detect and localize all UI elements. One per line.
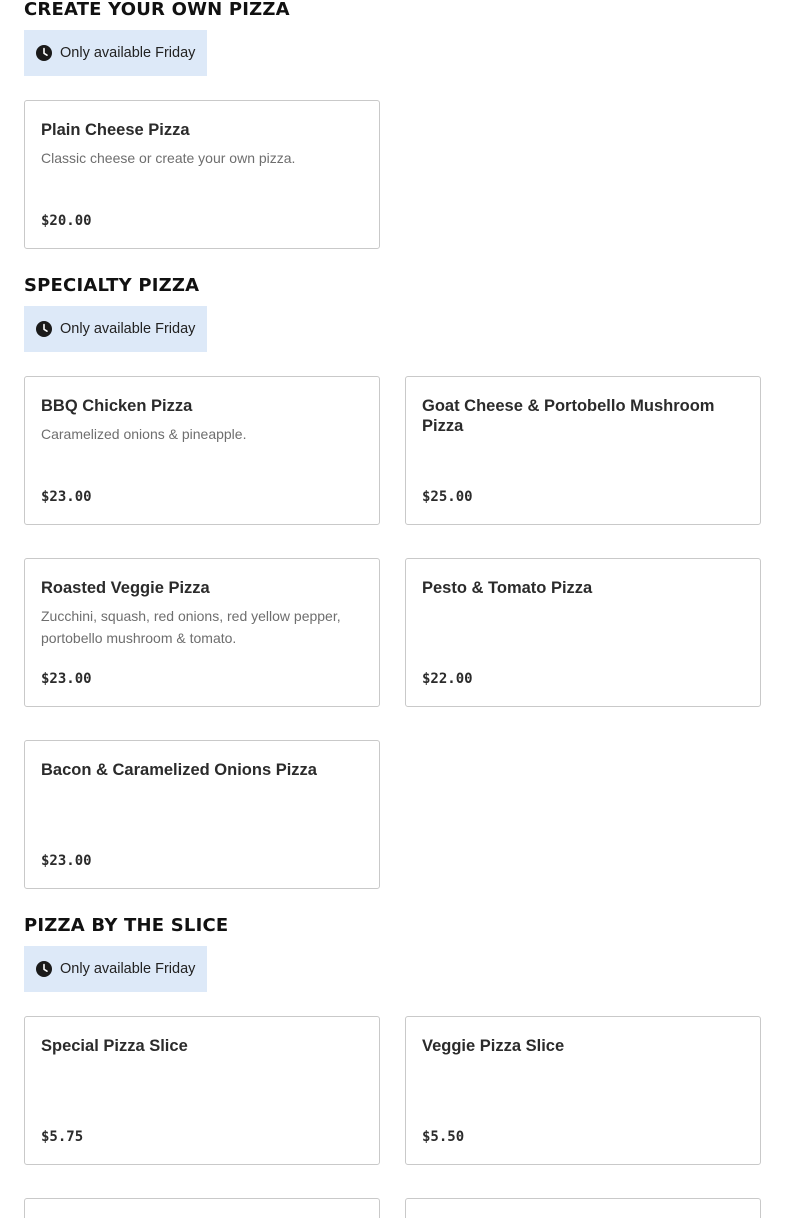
availability-badge: Only available Friday <box>24 306 207 352</box>
item-price: $25.00 <box>422 489 473 505</box>
item-price: $23.00 <box>41 489 92 505</box>
menu-item-special-pizza-slice[interactable]: Special Pizza Slice $5.75 <box>24 1016 380 1165</box>
item-name: Plain Cheese Pizza <box>41 121 190 139</box>
clock-icon <box>36 321 52 337</box>
menu-item-roasted-veggie-pizza[interactable]: Roasted Veggie Pizza Zucchini, squash, r… <box>24 558 380 707</box>
section-title-create-your-own-pizza: CREATE YOUR OWN PIZZA <box>24 0 290 20</box>
availability-text: Only available Friday <box>60 45 196 61</box>
clock-icon <box>36 45 52 61</box>
item-name: Pesto & Tomato Pizza <box>422 579 593 597</box>
item-name: Bacon & Caramelized Onions Pizza <box>41 761 317 779</box>
item-name: Goat Cheese & Portobello Mushroom Pizza <box>422 397 715 435</box>
item-name: BBQ Chicken Pizza <box>41 397 193 415</box>
item-price: $20.00 <box>41 213 92 229</box>
menu-item-bbq-chicken-pizza[interactable]: BBQ Chicken Pizza Caramelized onions & p… <box>24 376 380 525</box>
item-price: $22.00 <box>422 671 473 687</box>
availability-badge: Only available Friday <box>24 946 207 992</box>
menu-item-card-partial[interactable] <box>24 1198 380 1218</box>
item-name: Roasted Veggie Pizza <box>41 579 210 597</box>
item-description: Zucchini, squash, red onions, red yellow… <box>41 608 341 646</box>
item-price: $5.75 <box>41 1129 84 1145</box>
clock-icon <box>36 961 52 977</box>
item-description: Classic cheese or create your own pizza. <box>41 150 296 166</box>
section-title-specialty-pizza: SPECIALTY PIZZA <box>24 275 200 296</box>
menu-item-goat-cheese-portobello-mushroom-pizza[interactable]: Goat Cheese & Portobello Mushroom Pizza … <box>405 376 761 525</box>
availability-text: Only available Friday <box>60 961 196 977</box>
item-price: $23.00 <box>41 853 92 869</box>
item-description: Caramelized onions & pineapple. <box>41 426 247 442</box>
item-name: Veggie Pizza Slice <box>422 1037 565 1055</box>
menu-item-pesto-tomato-pizza[interactable]: Pesto & Tomato Pizza $22.00 <box>405 558 761 707</box>
item-name: Special Pizza Slice <box>41 1037 188 1055</box>
menu-item-veggie-pizza-slice[interactable]: Veggie Pizza Slice $5.50 <box>405 1016 761 1165</box>
availability-text: Only available Friday <box>60 321 196 337</box>
menu-item-card-partial[interactable] <box>405 1198 761 1218</box>
menu-item-bacon-caramelized-onions-pizza[interactable]: Bacon & Caramelized Onions Pizza $23.00 <box>24 740 380 889</box>
menu-item-plain-cheese-pizza[interactable]: Plain Cheese Pizza Classic cheese or cre… <box>24 100 380 249</box>
item-price: $5.50 <box>422 1129 465 1145</box>
availability-badge: Only available Friday <box>24 30 207 76</box>
item-price: $23.00 <box>41 671 92 687</box>
section-title-pizza-by-the-slice: PIZZA BY THE SLICE <box>24 915 229 936</box>
